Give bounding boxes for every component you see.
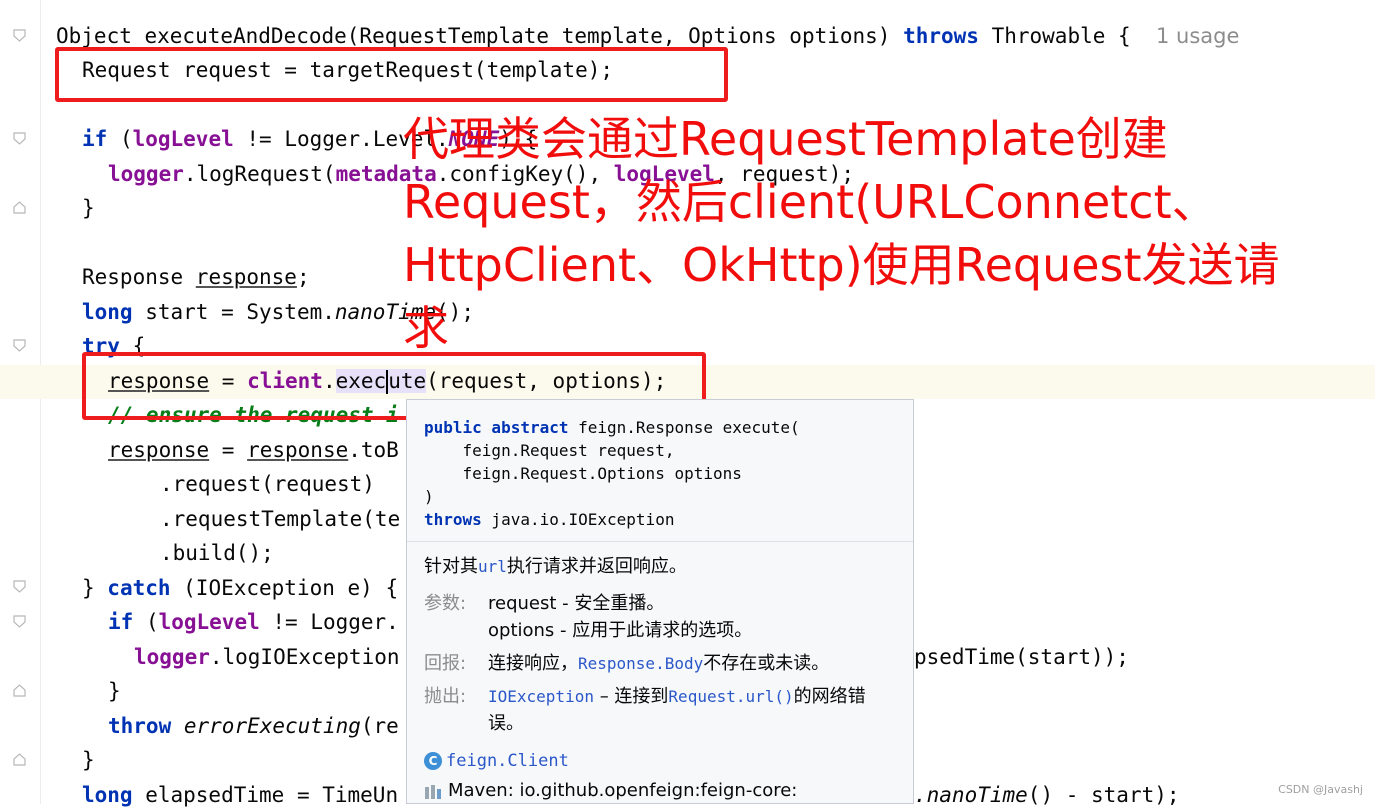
code-line-17-tail[interactable]: psedTime(start)); — [914, 640, 1129, 674]
code-line-20[interactable]: } — [82, 743, 95, 777]
code-text: Object executeAndDecode(RequestTemplate … — [56, 24, 904, 48]
doc-library: Maven: io.github.openfeign:feign-core: — [424, 779, 897, 803]
method-signature: public abstract feign.Response execute( … — [407, 400, 913, 542]
code-text: () - start); — [1027, 783, 1180, 807]
throws-text: – 连接到 — [593, 686, 669, 707]
fold-arrow-icon[interactable] — [13, 29, 26, 42]
fold-arrow-icon[interactable] — [13, 615, 26, 628]
throws-label: 抛出: — [424, 686, 467, 707]
code-line-19[interactable]: throw errorExecuting(re — [108, 709, 399, 743]
doc-class-ref[interactable]: Cfeign.Client — [424, 747, 897, 775]
fold-end-icon[interactable] — [13, 201, 26, 214]
code-line-21-tail[interactable]: .nanoTime() - start); — [914, 778, 1180, 812]
code-line-18[interactable]: } — [108, 674, 121, 708]
code-text: start = System. — [132, 300, 335, 324]
desc-text: 执行请求并返回响应。 — [506, 556, 687, 577]
doc-description: 针对其url执行请求并返回响应。 — [424, 552, 897, 582]
code-line-17[interactable]: logger.logIOException — [134, 640, 400, 674]
code-text: != Logger. — [259, 610, 399, 634]
usage-hint[interactable]: 1 usage — [1156, 24, 1239, 48]
desc-text: 针对其 — [424, 556, 478, 577]
fold-arrow-icon[interactable] — [13, 132, 26, 145]
keyword: if — [108, 610, 134, 634]
keyword: throws — [903, 24, 979, 48]
signature-text: java.io.IOException — [481, 510, 675, 529]
fold-arrow-icon[interactable] — [13, 339, 26, 352]
code-text: Throwable { — [978, 24, 1131, 48]
signature-text: ) — [424, 487, 434, 506]
param-request: request - 安全重播。 — [488, 593, 665, 614]
variable: response — [247, 438, 349, 462]
code-text: (IOException e) { — [170, 576, 399, 600]
code-line-11[interactable]: response = response.toB — [108, 433, 399, 467]
class-icon: C — [424, 752, 442, 770]
doc-link-request-url[interactable]: Request.url() — [668, 687, 793, 706]
field: logLevel — [132, 127, 234, 151]
code-line-13[interactable]: .requestTemplate(te — [160, 502, 400, 536]
fold-end-icon[interactable] — [13, 684, 26, 697]
variable: response — [195, 265, 297, 289]
keyword: throw — [108, 714, 172, 738]
signature-param: feign.Request.Options options — [424, 464, 742, 483]
fold-end-icon[interactable] — [13, 753, 26, 766]
fold-arrow-icon[interactable] — [13, 580, 26, 593]
code-line-15[interactable]: } catch (IOException e) { — [82, 571, 398, 605]
doc-link-response-body[interactable]: Response.Body — [578, 654, 703, 673]
code-text: Response — [82, 265, 196, 289]
code-text: .logIOException — [209, 645, 400, 669]
method-call: errorExecuting — [183, 714, 361, 738]
signature-text: feign.Response execute( — [568, 418, 800, 437]
doc-throws: 抛出: IOException – 连接到Request.url()的网络错误。 — [424, 683, 897, 737]
returns-text: 连接响应， — [488, 653, 578, 674]
code-line-12[interactable]: .request(request) — [160, 467, 375, 501]
code-text: = — [209, 438, 248, 462]
code-line-5[interactable]: } — [82, 191, 95, 225]
gutter-divider — [40, 0, 41, 804]
class-link[interactable]: feign.Client — [446, 747, 569, 775]
field: logger — [134, 645, 210, 669]
field: logger — [108, 162, 184, 186]
returns-text: 不存在或未读。 — [703, 653, 830, 674]
code-text: elapsedTime = TimeUn — [132, 783, 399, 807]
keyword: long — [82, 300, 133, 324]
code-text: ( — [133, 610, 159, 634]
code-text: } — [82, 576, 108, 600]
code-line-14[interactable]: .build(); — [160, 536, 274, 570]
doc-link-url[interactable]: url — [478, 557, 507, 576]
field: logLevel — [158, 610, 260, 634]
code-line-6[interactable]: Response response; — [82, 260, 310, 294]
highlight-box-request — [55, 47, 728, 102]
keyword: public abstract — [424, 418, 569, 437]
code-line-21[interactable]: long elapsedTime = TimeUn — [82, 778, 398, 812]
keyword: throws — [424, 510, 482, 529]
quick-documentation-popup[interactable]: public abstract feign.Response execute( … — [406, 399, 914, 804]
doc-body: 针对其url执行请求并返回响应。 参数: request - 安全重播。 opti… — [407, 542, 913, 803]
returns-label: 回报: — [424, 653, 467, 674]
doc-returns: 回报: 连接响应，Response.Body不存在或未读。 — [424, 650, 897, 677]
static-method: .nanoTime — [914, 783, 1028, 807]
code-text: ( — [107, 127, 133, 151]
maven-library-icon — [424, 783, 442, 799]
keyword: if — [82, 127, 108, 151]
maven-coordinates: Maven: io.github.openfeign:feign-core: — [448, 780, 798, 801]
watermark: CSDN @Javashj — [1278, 783, 1363, 796]
code-text: ; — [296, 265, 310, 289]
code-text: .toB — [348, 438, 399, 462]
signature-param: feign.Request request, — [424, 441, 675, 460]
keyword: catch — [107, 576, 171, 600]
code-text: (re — [360, 714, 399, 738]
code-text: .logRequest( — [183, 162, 336, 186]
annotation-text: 代理类会通过RequestTemplate创建Request，然后client(… — [403, 112, 1280, 355]
params-label: 参数: — [424, 593, 467, 614]
doc-params: 参数: request - 安全重播。 options - 应用于此请求的选项。 — [424, 590, 897, 644]
param-options: options - 应用于此请求的选项。 — [488, 620, 753, 641]
variable: response — [108, 438, 210, 462]
doc-link-ioexception[interactable]: IOException — [488, 687, 594, 706]
keyword: long — [82, 783, 133, 807]
code-line-16[interactable]: if (logLevel != Logger. — [108, 605, 399, 639]
